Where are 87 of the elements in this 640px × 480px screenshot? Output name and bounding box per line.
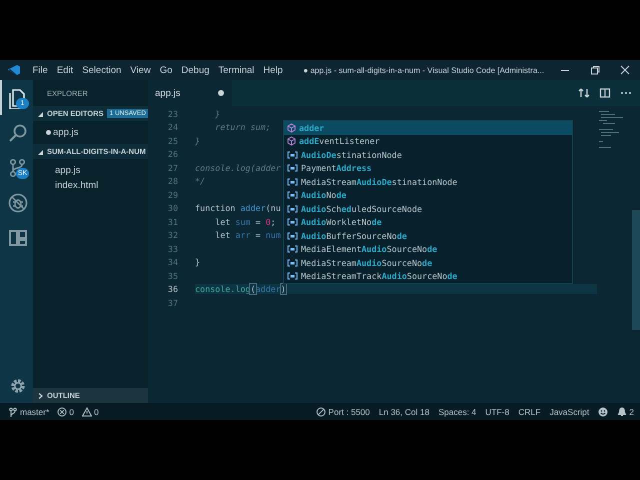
file-name[interactable]: app.js xyxy=(55,165,80,176)
menu-item[interactable]: Edit xyxy=(52,64,78,76)
variable-icon xyxy=(287,178,298,186)
file-name[interactable]: index.html xyxy=(55,180,98,191)
status-item[interactable]: CRLF xyxy=(518,406,541,416)
error-count[interactable]: 0 xyxy=(69,406,74,416)
restore-icon[interactable] xyxy=(590,65,600,75)
expanded-arrow-icon[interactable] xyxy=(36,110,44,118)
line-number: 36 xyxy=(166,284,178,294)
suggestion-item[interactable]: addEventListener xyxy=(284,134,572,148)
suggestion-item[interactable]: MediaStreamTrackAudioSourceNode xyxy=(284,270,572,283)
suggestion-item[interactable]: MediaStreamAudioSourceNode xyxy=(284,256,572,270)
code-line: } xyxy=(214,108,220,119)
cube-icon xyxy=(287,122,296,133)
suggestion-item[interactable]: AudioDestinationNode xyxy=(284,148,572,162)
bell-icon xyxy=(617,406,628,416)
menu-item[interactable]: Debug xyxy=(176,64,214,76)
cube-icon xyxy=(287,136,296,146)
code-line: console.log(adder xyxy=(195,162,281,173)
line-number: 24 xyxy=(166,122,178,132)
no-entry-icon xyxy=(316,406,326,416)
line-number: 32 xyxy=(166,230,178,240)
smiley-icon xyxy=(598,406,608,416)
compare-changes-icon[interactable] xyxy=(578,87,590,99)
search-icon[interactable] xyxy=(6,122,28,144)
window-title: ● app.js - sum-all-digits-in-a-num - Visual Studio Code [Administra... xyxy=(302,66,546,74)
variable-icon xyxy=(287,164,298,172)
suggestion-item[interactable]: MediaStreamAudioDestinationNode xyxy=(284,175,572,188)
menu-item[interactable]: Terminal xyxy=(214,64,259,76)
code-line: function adder(nu xyxy=(195,203,281,214)
variable-icon xyxy=(287,218,298,226)
settings-icon[interactable] xyxy=(8,376,26,394)
file-name[interactable]: app.js xyxy=(53,127,78,138)
branch-name[interactable]: master* xyxy=(20,406,50,416)
suggestion-item[interactable]: MediaElementAudioSourceNode xyxy=(284,242,572,256)
branch-icon xyxy=(8,406,18,416)
suggestion-item[interactable]: PaymentAddress xyxy=(284,162,572,175)
line-number: 29 xyxy=(166,190,178,200)
menu-item[interactable]: Help xyxy=(258,64,288,76)
menu-item[interactable]: File xyxy=(28,64,52,76)
line-number: 25 xyxy=(166,136,178,146)
suggestion-item[interactable]: AudioNode xyxy=(284,188,572,202)
split-editor-icon[interactable] xyxy=(599,87,611,99)
variable-icon xyxy=(287,272,298,280)
bug-icon[interactable] xyxy=(6,192,28,214)
suggestion-item[interactable]: AudioWorkletNode xyxy=(284,216,572,229)
notification-count[interactable]: 2 xyxy=(629,406,634,416)
variable-icon xyxy=(287,258,298,267)
close-icon[interactable] xyxy=(620,65,630,75)
warning-icon xyxy=(82,406,92,416)
variable-icon xyxy=(287,204,298,213)
line-number: 34 xyxy=(166,257,178,268)
status-item[interactable]: Ln 36, Col 18 xyxy=(378,406,430,416)
code-line: } xyxy=(195,257,200,268)
line-number: 26 xyxy=(166,149,178,160)
error-icon xyxy=(57,406,68,416)
suggestion-item[interactable]: AudioBufferSourceNode xyxy=(284,229,572,242)
menu-item[interactable]: Go xyxy=(155,64,177,76)
code-line: let arr = num xyxy=(214,230,281,240)
variable-icon xyxy=(287,232,298,240)
editor-tab[interactable]: app.js xyxy=(148,80,232,106)
code-line: } xyxy=(195,136,200,146)
status-item[interactable]: Port : 5500 xyxy=(328,406,370,416)
status-item[interactable]: UTF-8 xyxy=(485,406,510,416)
line-number: 31 xyxy=(166,216,178,227)
variable-icon xyxy=(287,150,298,159)
line-number: 27 xyxy=(166,162,178,173)
code-line: let sum = 0; xyxy=(214,216,276,227)
line-number: 28 xyxy=(166,176,178,186)
scrollbar[interactable] xyxy=(632,210,640,330)
code-line: */ xyxy=(195,176,206,186)
code-line: return sum; xyxy=(214,122,271,132)
variable-icon xyxy=(287,245,298,254)
line-number: 23 xyxy=(166,108,178,119)
expanded-arrow-icon[interactable] xyxy=(36,148,44,156)
line-number: 30 xyxy=(166,203,178,214)
menu-item[interactable]: Selection xyxy=(78,64,126,76)
variable-icon xyxy=(287,191,298,200)
menu-item[interactable]: View xyxy=(126,64,156,76)
line-number: 35 xyxy=(166,270,178,281)
status-item[interactable]: Spaces: 4 xyxy=(438,406,476,416)
suggestion-item[interactable]: AudioScheduledSourceNode xyxy=(284,202,572,216)
warning-count[interactable]: 0 xyxy=(94,406,99,416)
line-number: 37 xyxy=(166,298,178,308)
app-logo-icon xyxy=(6,64,22,76)
line-number: 33 xyxy=(166,244,178,254)
status-item[interactable]: JavaScript xyxy=(550,406,590,416)
